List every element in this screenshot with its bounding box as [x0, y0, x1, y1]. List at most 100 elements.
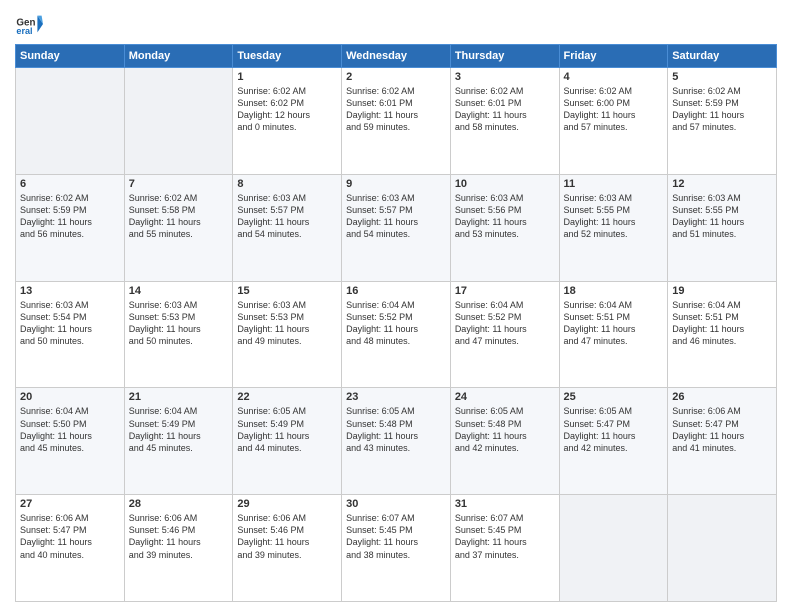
- day-number: 9: [346, 178, 446, 190]
- logo: Gen eral: [15, 10, 47, 38]
- day-info: Sunrise: 6:02 AM Sunset: 6:01 PM Dayligh…: [346, 85, 446, 134]
- day-number: 10: [455, 178, 555, 190]
- day-number: 24: [455, 391, 555, 403]
- day-number: 27: [20, 498, 120, 510]
- day-info: Sunrise: 6:04 AM Sunset: 5:51 PM Dayligh…: [564, 299, 664, 348]
- day-header-thursday: Thursday: [450, 45, 559, 68]
- calendar-cell: 18 Sunrise: 6:04 AM Sunset: 5:51 PM Dayli…: [559, 281, 668, 388]
- day-number: 17: [455, 285, 555, 297]
- day-info: Sunrise: 6:03 AM Sunset: 5:54 PM Dayligh…: [20, 299, 120, 348]
- day-info: Sunrise: 6:02 AM Sunset: 6:01 PM Dayligh…: [455, 85, 555, 134]
- calendar-week-1: 1 Sunrise: 6:02 AM Sunset: 6:02 PM Daylig…: [16, 68, 777, 175]
- calendar-cell: 16 Sunrise: 6:04 AM Sunset: 5:52 PM Dayli…: [342, 281, 451, 388]
- calendar: SundayMondayTuesdayWednesdayThursdayFrid…: [15, 44, 777, 602]
- day-info: Sunrise: 6:06 AM Sunset: 5:47 PM Dayligh…: [20, 512, 120, 561]
- calendar-cell: 26Sunrise: 6:06 AM Sunset: 5:47 PM Dayli…: [668, 388, 777, 495]
- day-info: Sunrise: 6:03 AM Sunset: 5:56 PM Dayligh…: [455, 192, 555, 241]
- calendar-cell: 4Sunrise: 6:02 AM Sunset: 6:00 PM Daylig…: [559, 68, 668, 175]
- day-number: 26: [672, 391, 772, 403]
- calendar-cell: [668, 495, 777, 602]
- day-number: 30: [346, 498, 446, 510]
- day-info: Sunrise: 6:04 AM Sunset: 5:49 PM Dayligh…: [129, 405, 229, 454]
- day-info: Sunrise: 6:04 AM Sunset: 5:50 PM Dayligh…: [20, 405, 120, 454]
- calendar-cell: 25 Sunrise: 6:05 AM Sunset: 5:47 PM Dayli…: [559, 388, 668, 495]
- day-info: Sunrise: 6:04 AM Sunset: 5:52 PM Dayligh…: [455, 299, 555, 348]
- day-number: 14: [129, 285, 229, 297]
- calendar-cell: 23Sunrise: 6:05 AM Sunset: 5:48 PM Dayli…: [342, 388, 451, 495]
- day-number: 7: [129, 178, 229, 190]
- day-number: 25: [564, 391, 664, 403]
- day-header-friday: Friday: [559, 45, 668, 68]
- calendar-cell: 8Sunrise: 6:03 AM Sunset: 5:57 PM Daylig…: [233, 174, 342, 281]
- day-header-monday: Monday: [124, 45, 233, 68]
- day-info: Sunrise: 6:07 AM Sunset: 5:45 PM Dayligh…: [455, 512, 555, 561]
- day-info: Sunrise: 6:07 AM Sunset: 5:45 PM Dayligh…: [346, 512, 446, 561]
- day-info: Sunrise: 6:06 AM Sunset: 5:46 PM Dayligh…: [129, 512, 229, 561]
- day-info: Sunrise: 6:04 AM Sunset: 5:51 PM Dayligh…: [672, 299, 772, 348]
- day-number: 21: [129, 391, 229, 403]
- day-number: 19: [672, 285, 772, 297]
- calendar-header-row: SundayMondayTuesdayWednesdayThursdayFrid…: [16, 45, 777, 68]
- calendar-cell: 13 Sunrise: 6:03 AM Sunset: 5:54 PM Dayli…: [16, 281, 125, 388]
- day-header-tuesday: Tuesday: [233, 45, 342, 68]
- day-number: 11: [564, 178, 664, 190]
- day-info: Sunrise: 6:02 AM Sunset: 6:02 PM Dayligh…: [237, 85, 337, 134]
- day-info: Sunrise: 6:03 AM Sunset: 5:57 PM Dayligh…: [237, 192, 337, 241]
- calendar-cell: 21 Sunrise: 6:04 AM Sunset: 5:49 PM Dayli…: [124, 388, 233, 495]
- calendar-cell: 3 Sunrise: 6:02 AM Sunset: 6:01 PM Daylig…: [450, 68, 559, 175]
- day-info: Sunrise: 6:03 AM Sunset: 5:55 PM Dayligh…: [672, 192, 772, 241]
- day-info: Sunrise: 6:05 AM Sunset: 5:47 PM Dayligh…: [564, 405, 664, 454]
- calendar-cell: 31 Sunrise: 6:07 AM Sunset: 5:45 PM Dayli…: [450, 495, 559, 602]
- header: Gen eral: [15, 10, 777, 38]
- calendar-week-5: 27 Sunrise: 6:06 AM Sunset: 5:47 PM Dayli…: [16, 495, 777, 602]
- day-info: Sunrise: 6:03 AM Sunset: 5:57 PM Dayligh…: [346, 192, 446, 241]
- calendar-cell: 9 Sunrise: 6:03 AM Sunset: 5:57 PM Daylig…: [342, 174, 451, 281]
- calendar-cell: 30 Sunrise: 6:07 AM Sunset: 5:45 PM Dayli…: [342, 495, 451, 602]
- svg-text:eral: eral: [16, 26, 32, 36]
- calendar-cell: 14Sunrise: 6:03 AM Sunset: 5:53 PM Dayli…: [124, 281, 233, 388]
- day-number: 16: [346, 285, 446, 297]
- calendar-cell: 22 Sunrise: 6:05 AM Sunset: 5:49 PM Dayli…: [233, 388, 342, 495]
- day-number: 29: [237, 498, 337, 510]
- day-number: 20: [20, 391, 120, 403]
- calendar-week-4: 20 Sunrise: 6:04 AM Sunset: 5:50 PM Dayli…: [16, 388, 777, 495]
- calendar-cell: 29Sunrise: 6:06 AM Sunset: 5:46 PM Dayli…: [233, 495, 342, 602]
- day-header-saturday: Saturday: [668, 45, 777, 68]
- day-number: 1: [237, 71, 337, 83]
- calendar-cell: [124, 68, 233, 175]
- day-number: 31: [455, 498, 555, 510]
- calendar-cell: 27 Sunrise: 6:06 AM Sunset: 5:47 PM Dayli…: [16, 495, 125, 602]
- day-info: Sunrise: 6:05 AM Sunset: 5:49 PM Dayligh…: [237, 405, 337, 454]
- day-number: 13: [20, 285, 120, 297]
- calendar-cell: 2 Sunrise: 6:02 AM Sunset: 6:01 PM Daylig…: [342, 68, 451, 175]
- calendar-cell: 24 Sunrise: 6:05 AM Sunset: 5:48 PM Dayli…: [450, 388, 559, 495]
- day-info: Sunrise: 6:05 AM Sunset: 5:48 PM Dayligh…: [455, 405, 555, 454]
- calendar-cell: [16, 68, 125, 175]
- day-number: 6: [20, 178, 120, 190]
- day-info: Sunrise: 6:02 AM Sunset: 5:59 PM Dayligh…: [20, 192, 120, 241]
- page: Gen eral SundayMondayTuesdayWednesdayThu…: [0, 0, 792, 612]
- day-number: 5: [672, 71, 772, 83]
- calendar-cell: 10 Sunrise: 6:03 AM Sunset: 5:56 PM Dayli…: [450, 174, 559, 281]
- day-number: 28: [129, 498, 229, 510]
- day-info: Sunrise: 6:02 AM Sunset: 5:58 PM Dayligh…: [129, 192, 229, 241]
- calendar-cell: 15Sunrise: 6:03 AM Sunset: 5:53 PM Dayli…: [233, 281, 342, 388]
- day-info: Sunrise: 6:05 AM Sunset: 5:48 PM Dayligh…: [346, 405, 446, 454]
- calendar-cell: 20 Sunrise: 6:04 AM Sunset: 5:50 PM Dayli…: [16, 388, 125, 495]
- day-number: 15: [237, 285, 337, 297]
- calendar-cell: 28 Sunrise: 6:06 AM Sunset: 5:46 PM Dayli…: [124, 495, 233, 602]
- day-number: 18: [564, 285, 664, 297]
- calendar-cell: 19 Sunrise: 6:04 AM Sunset: 5:51 PM Dayli…: [668, 281, 777, 388]
- calendar-cell: 5Sunrise: 6:02 AM Sunset: 5:59 PM Daylig…: [668, 68, 777, 175]
- day-number: 4: [564, 71, 664, 83]
- logo-icon: Gen eral: [15, 10, 43, 38]
- day-info: Sunrise: 6:04 AM Sunset: 5:52 PM Dayligh…: [346, 299, 446, 348]
- day-number: 3: [455, 71, 555, 83]
- calendar-week-2: 6 Sunrise: 6:02 AM Sunset: 5:59 PM Daylig…: [16, 174, 777, 281]
- calendar-cell: 7 Sunrise: 6:02 AM Sunset: 5:58 PM Daylig…: [124, 174, 233, 281]
- day-number: 22: [237, 391, 337, 403]
- calendar-cell: 12Sunrise: 6:03 AM Sunset: 5:55 PM Dayli…: [668, 174, 777, 281]
- day-number: 2: [346, 71, 446, 83]
- day-header-sunday: Sunday: [16, 45, 125, 68]
- calendar-cell: 6 Sunrise: 6:02 AM Sunset: 5:59 PM Daylig…: [16, 174, 125, 281]
